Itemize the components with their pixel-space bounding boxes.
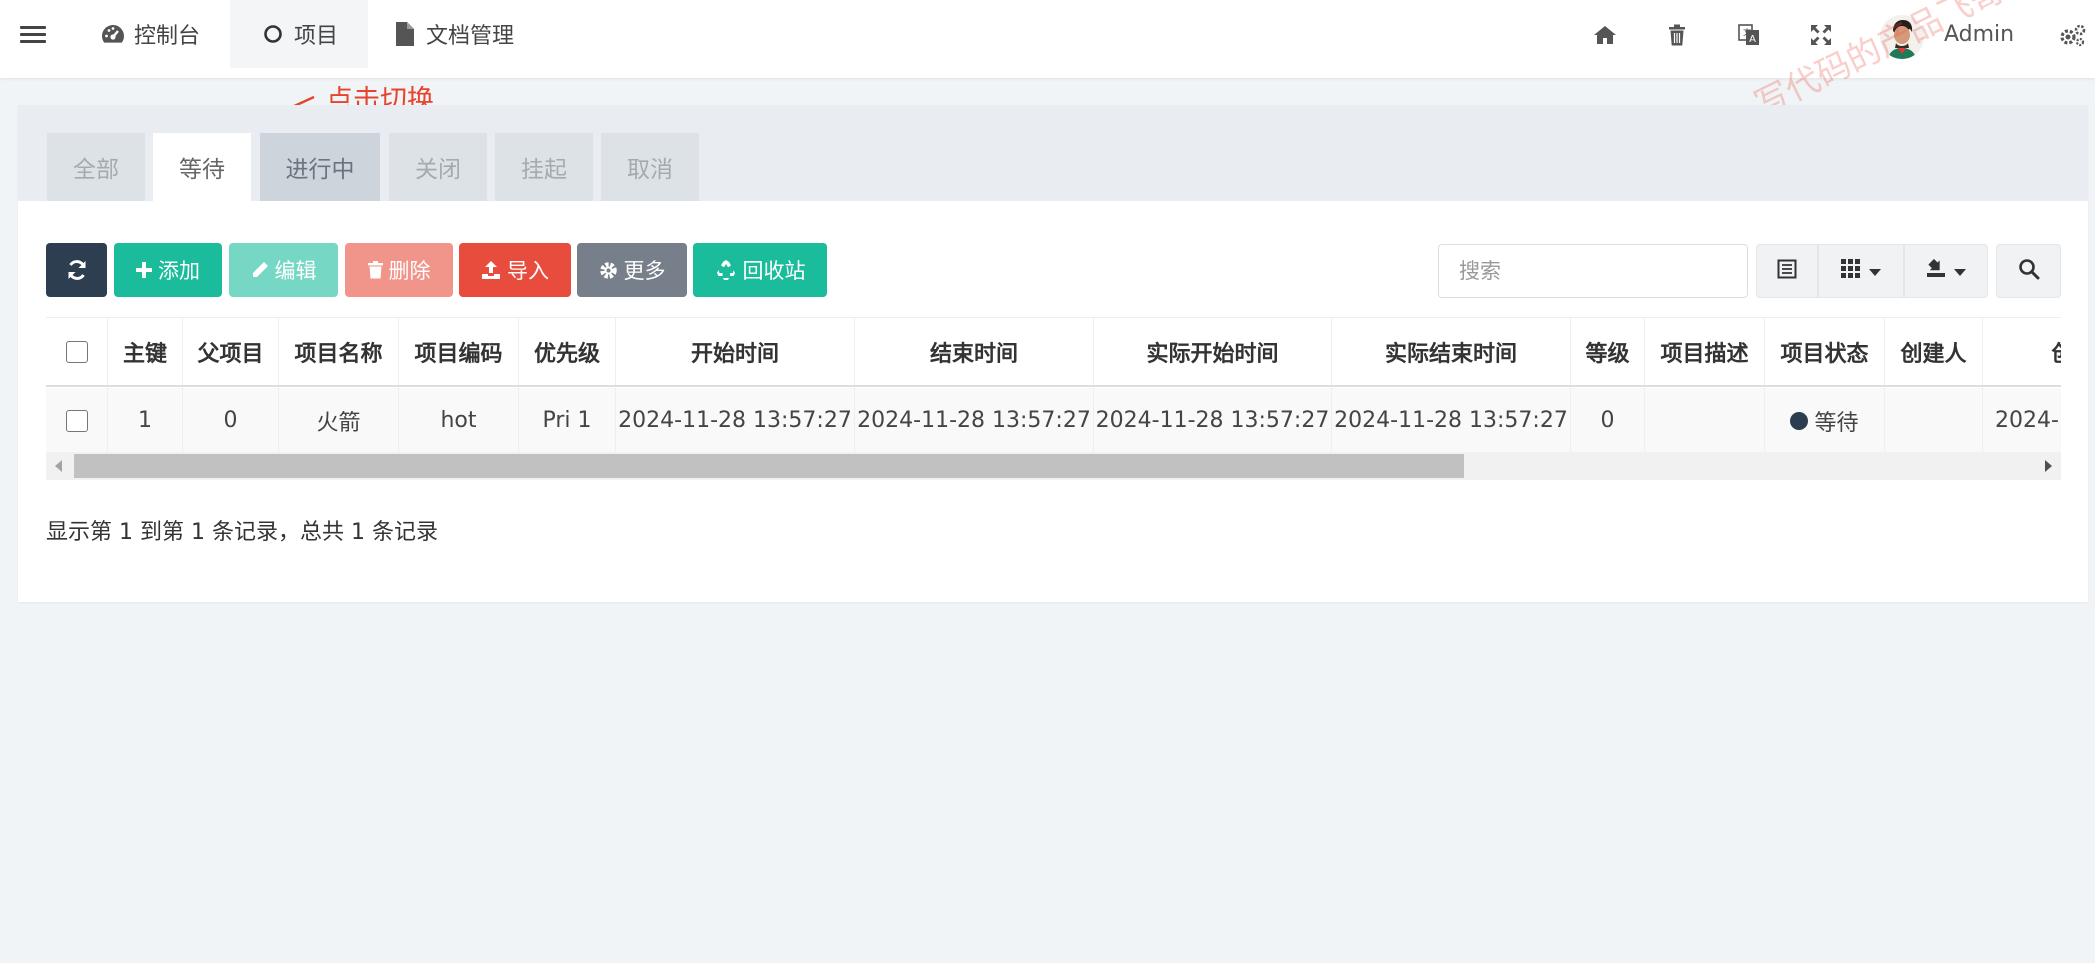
recycle-icon	[715, 259, 737, 281]
translate-icon[interactable]: A文	[1734, 20, 1764, 50]
columns-dropdown-button[interactable]	[1818, 244, 1904, 298]
import-button[interactable]: 导入	[459, 243, 571, 297]
grid-icon	[1841, 259, 1861, 283]
row-checkbox[interactable]	[65, 409, 88, 432]
column-header[interactable]: 创	[1983, 318, 2061, 385]
nav-tab-label: 项目	[294, 24, 339, 49]
column-header[interactable]: 实际开始时间	[1094, 318, 1332, 385]
delete-button-label: 删除	[388, 259, 431, 283]
status-tab-suspended[interactable]: 挂起	[495, 133, 593, 201]
column-header[interactable]: 父项目	[183, 318, 279, 385]
import-button-label: 导入	[507, 259, 549, 283]
table-cell: 0	[183, 388, 279, 453]
table-cell: 2024-11-28 13:57:27	[616, 388, 855, 453]
settings-gears-icon[interactable]	[2058, 20, 2088, 50]
caret-down-icon	[1954, 262, 1966, 281]
add-button[interactable]: 添加	[114, 243, 222, 297]
status-cell: 等待	[1765, 388, 1885, 453]
pencil-icon	[251, 261, 269, 279]
list-view-icon	[1777, 259, 1797, 283]
svg-text:文: 文	[1743, 27, 1751, 37]
column-header[interactable]: 主键	[108, 318, 183, 385]
refresh-button[interactable]	[46, 243, 107, 297]
table-header: 主键 父项目 项目名称 项目编码 优先级 开始时间 结束时间 实际开始时间 实际…	[46, 317, 2061, 387]
circle-icon	[260, 21, 286, 47]
status-tabs: 全部 等待 进行中 关闭 挂起 取消	[18, 105, 2088, 201]
file-icon	[392, 21, 418, 47]
table-cell: 2024-11-28 13:57:27	[1332, 388, 1571, 453]
row-select-cell	[46, 388, 108, 453]
select-all-checkbox[interactable]	[65, 340, 88, 363]
horizontal-scrollbar[interactable]	[46, 452, 2061, 480]
plus-icon	[136, 262, 152, 278]
status-text: 等待	[1814, 410, 1859, 436]
recycle-button-label: 回收站	[742, 259, 806, 283]
search-button[interactable]	[1996, 244, 2061, 298]
table-cell: hot	[399, 388, 519, 453]
search-icon	[2018, 258, 2040, 284]
status-tab-waiting[interactable]: 等待	[153, 133, 251, 201]
nav-tab-dashboard[interactable]: 控制台	[70, 0, 230, 68]
trash-icon	[367, 261, 383, 279]
edit-button-label: 编辑	[274, 259, 317, 283]
search-input[interactable]	[1438, 244, 1748, 298]
column-header[interactable]: 等级	[1571, 318, 1645, 385]
home-icon[interactable]	[1590, 20, 1620, 50]
table-cell: 2024-11-28 13:57:27	[1094, 388, 1332, 453]
status-tab-closed[interactable]: 关闭	[389, 133, 487, 201]
table-row[interactable]: 1 0 火箭 hot Pri 1 2024-11-28 13:57:27 202…	[46, 388, 2061, 454]
more-button[interactable]: 更多	[577, 243, 687, 297]
scroll-right-icon[interactable]	[2039, 452, 2059, 480]
scrollbar-thumb[interactable]	[74, 454, 1464, 478]
add-button-label: 添加	[158, 259, 200, 283]
toggle-view-button[interactable]	[1756, 244, 1818, 298]
recycle-bin-button[interactable]: 回收站	[693, 243, 827, 297]
column-header[interactable]: 结束时间	[855, 318, 1094, 385]
nav-tab-label: 文档管理	[426, 24, 515, 49]
pagination-info: 显示第 1 到第 1 条记录，总共 1 条记录	[46, 520, 438, 545]
delete-button[interactable]: 删除	[345, 243, 453, 297]
more-button-label: 更多	[623, 259, 666, 283]
gear-icon	[599, 261, 618, 280]
table-cell: 0	[1571, 388, 1645, 453]
table-cell	[1645, 388, 1765, 453]
caret-down-icon	[1869, 262, 1881, 281]
column-header[interactable]: 开始时间	[616, 318, 855, 385]
column-header[interactable]: 项目状态	[1765, 318, 1885, 385]
column-header[interactable]: 项目名称	[279, 318, 399, 385]
refresh-icon	[66, 259, 88, 281]
table-cell: Pri 1	[519, 388, 616, 453]
menu-toggle-icon[interactable]	[18, 22, 48, 52]
nav-tab-documents[interactable]: 文档管理	[362, 0, 544, 68]
export-icon	[1926, 258, 1946, 283]
select-all-cell	[46, 318, 108, 385]
table-cell: 1	[108, 388, 183, 453]
column-header[interactable]: 创建人	[1885, 318, 1983, 385]
column-header[interactable]: 项目编码	[399, 318, 519, 385]
column-header[interactable]: 优先级	[519, 318, 616, 385]
export-dropdown-button[interactable]	[1904, 244, 1988, 298]
dashboard-icon	[100, 21, 126, 47]
status-tab-in-progress[interactable]: 进行中	[260, 133, 380, 201]
status-tab-cancelled[interactable]: 取消	[601, 133, 699, 201]
upload-icon	[481, 260, 501, 280]
status-dot-icon	[1790, 411, 1809, 430]
scroll-left-icon[interactable]	[48, 452, 68, 480]
table-cell: 火箭	[279, 388, 399, 453]
edit-button[interactable]: 编辑	[229, 243, 338, 297]
column-header[interactable]: 实际结束时间	[1332, 318, 1571, 385]
trash-icon[interactable]	[1662, 20, 1692, 50]
nav-tab-label: 控制台	[134, 24, 201, 49]
table-cell	[1885, 388, 1983, 453]
table-cell: 2024-11-28 13:57:27	[855, 388, 1094, 453]
table-cell: 2024-1	[1983, 388, 2061, 453]
nav-tab-project[interactable]: 项目	[230, 0, 369, 68]
status-tab-all[interactable]: 全部	[47, 133, 145, 201]
column-header[interactable]: 项目描述	[1645, 318, 1765, 385]
